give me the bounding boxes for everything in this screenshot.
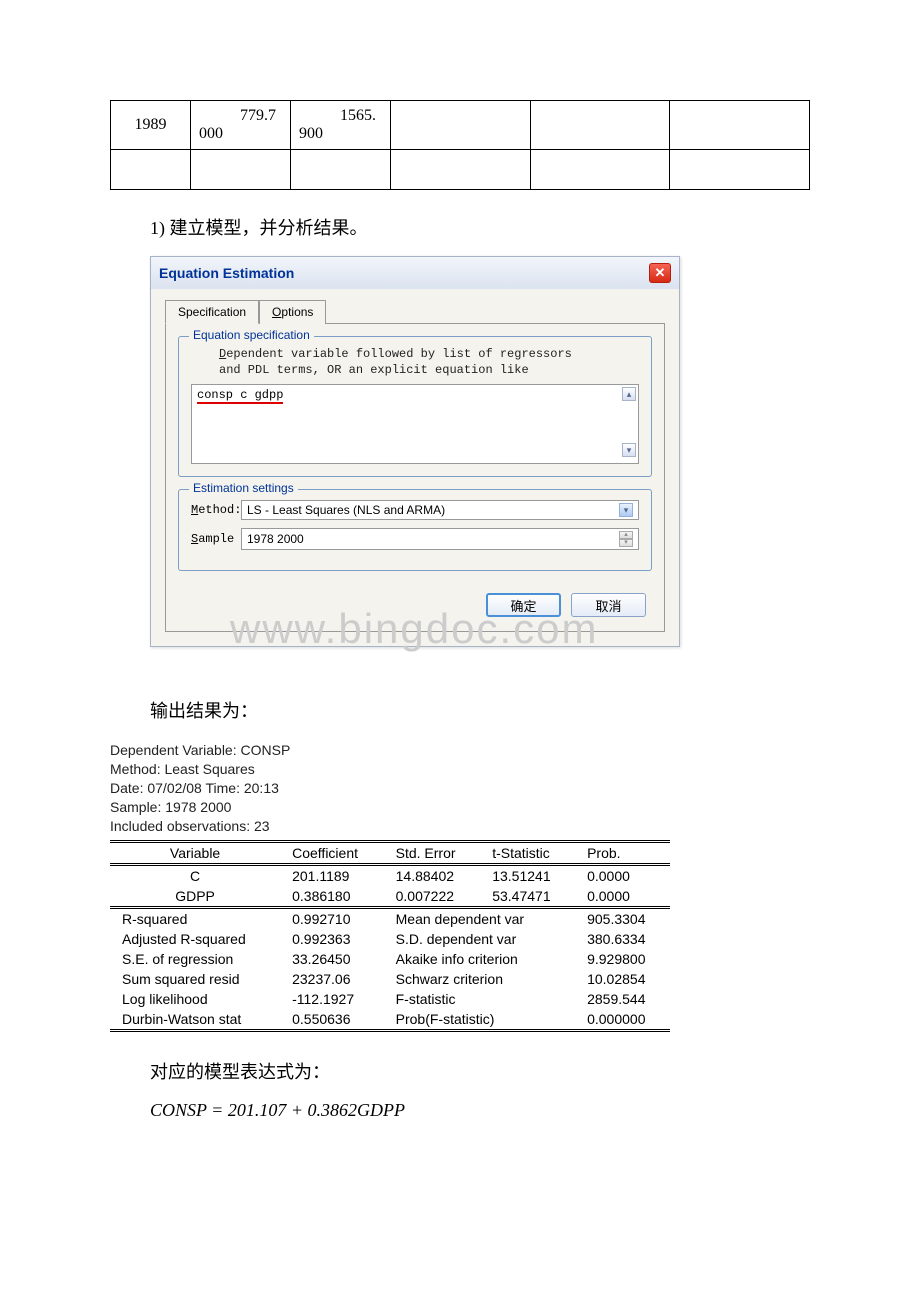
step1-text: 1) 建立模型，并分析结果。	[150, 214, 810, 240]
col-variable: Variable	[110, 841, 280, 864]
estimation-settings-group: Estimation settings Method: LS - Least S…	[178, 489, 652, 571]
spin-up-icon[interactable]: ▴	[619, 531, 633, 539]
cell-year: 1989	[111, 101, 191, 150]
model-equation: CONSP = 201.107 + 0.3862GDPP	[150, 1100, 810, 1121]
cancel-button[interactable]: 取消	[571, 593, 646, 617]
results-meta: Dependent Variable: CONSP Method: Least …	[110, 741, 810, 835]
group-desc: Dependent variable followed by list of r…	[219, 347, 639, 378]
cell-empty	[670, 101, 810, 150]
dialog-title-text: Equation Estimation	[159, 265, 294, 281]
coef-row: GDPP 0.386180 0.007222 53.47471 0.0000	[110, 886, 670, 908]
group-title: Estimation settings	[189, 481, 298, 495]
chevron-down-icon: ▾	[619, 503, 633, 517]
stat-row: Log likelihood-112.1927F-statistic2859.5…	[110, 989, 670, 1009]
top-data-table: 1989 779.7 000 1565. 900	[110, 100, 810, 190]
tab-options[interactable]: Options	[259, 300, 326, 324]
col-tstat: t-Statistic	[480, 841, 575, 864]
spin-down-icon[interactable]: ▾	[619, 539, 633, 547]
cell-empty	[391, 101, 531, 150]
close-button[interactable]: ✕	[649, 263, 671, 283]
stat-row: R-squared0.992710Mean dependent var905.3…	[110, 907, 670, 929]
ok-button[interactable]: 确定	[486, 593, 561, 617]
sample-label: Sample	[191, 532, 241, 546]
close-icon: ✕	[655, 265, 666, 281]
col-coefficient: Coefficient	[280, 841, 384, 864]
tab-specification[interactable]: Specification	[165, 300, 259, 324]
cell-val1: 779.7 000	[191, 101, 291, 150]
equation-spec-group: Equation specification Dependent variabl…	[178, 336, 652, 477]
equation-input[interactable]: consp c gdpp	[191, 384, 639, 464]
regression-results-table: Variable Coefficient Std. Error t-Statis…	[110, 840, 670, 1032]
scroll-up-icon[interactable]: ▴	[622, 387, 636, 401]
stat-row: Adjusted R-squared0.992363S.D. dependent…	[110, 929, 670, 949]
stat-row: Sum squared resid23237.06Schwarz criteri…	[110, 969, 670, 989]
coef-row: C 201.1189 14.88402 13.51241 0.0000	[110, 864, 670, 886]
cell-val2: 1565. 900	[291, 101, 391, 150]
scroll-down-icon[interactable]: ▾	[622, 443, 636, 457]
col-stderr: Std. Error	[384, 841, 481, 864]
group-title: Equation specification	[189, 328, 314, 342]
equation-estimation-dialog: Equation Estimation ✕ Specification Opti…	[150, 256, 680, 647]
method-label: Method:	[191, 503, 241, 517]
method-combobox[interactable]: LS - Least Squares (NLS and ARMA) ▾	[241, 500, 639, 520]
cell-empty	[530, 101, 670, 150]
stat-row: S.E. of regression33.26450Akaike info cr…	[110, 949, 670, 969]
sample-input[interactable]: 1978 2000 ▴ ▾	[241, 528, 639, 550]
col-prob: Prob.	[575, 841, 670, 864]
model-expr-label: 对应的模型表达式为：	[150, 1058, 810, 1084]
tabs: Specification Options	[165, 299, 665, 323]
stat-row: Durbin-Watson stat0.550636Prob(F-statist…	[110, 1009, 670, 1031]
dialog-titlebar: Equation Estimation ✕	[151, 257, 679, 289]
output-label: 输出结果为：	[150, 697, 810, 723]
